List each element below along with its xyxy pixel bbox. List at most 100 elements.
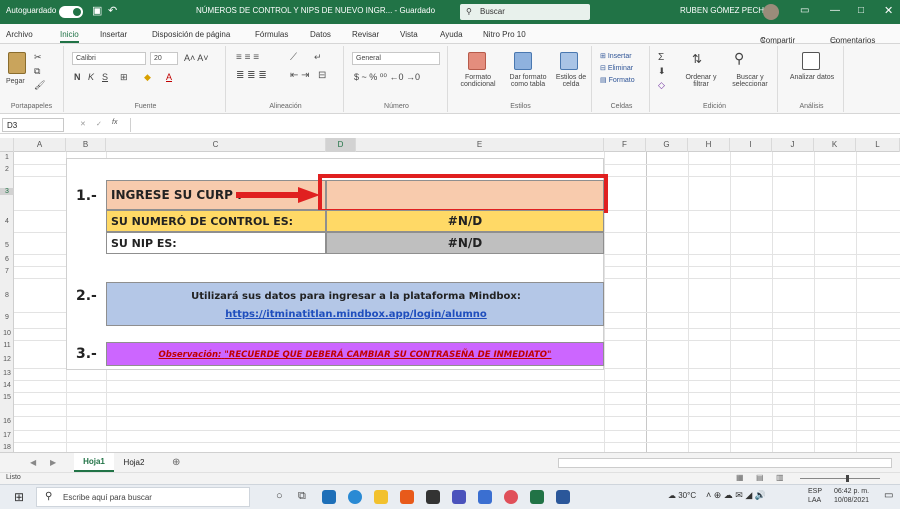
tray-icons[interactable]: ˄ ⊕ ☁ ✉ ◢ 🔊 [706, 490, 766, 501]
language-layout[interactable]: LAA [808, 497, 821, 504]
windows-start-icon[interactable]: ⊞ [14, 490, 24, 504]
normal-view-icon[interactable]: ▦ [736, 473, 744, 482]
format-painter-icon[interactable]: 🖌 [34, 80, 45, 91]
row-header[interactable]: 14 [0, 382, 14, 389]
enter-icon[interactable]: ✓ [96, 120, 102, 128]
column-header[interactable]: H [688, 138, 730, 152]
row-header[interactable]: 3 [0, 188, 14, 195]
cancel-icon[interactable]: ✕ [80, 120, 86, 128]
ribbon-display-icon[interactable]: ▭ [800, 5, 809, 16]
chrome-icon[interactable] [504, 490, 518, 504]
excel-icon[interactable] [530, 490, 544, 504]
row-header[interactable]: 2 [0, 166, 14, 173]
currency-icon[interactable]: $ ~ % ⁰⁰ ←0 →0 [354, 72, 420, 83]
font-size-select[interactable]: 20 [150, 52, 178, 65]
name-box[interactable]: D3 [2, 118, 64, 132]
autosave-toggle[interactable] [59, 6, 83, 18]
column-header[interactable]: B [66, 138, 106, 152]
cell-styles-icon[interactable] [560, 52, 578, 70]
underline-icon[interactable]: S [102, 72, 108, 82]
fill-icon[interactable]: ⬇ [658, 66, 666, 77]
indent-icon[interactable]: ⇤ ⇥ [290, 70, 310, 81]
page-break-icon[interactable]: ▥ [776, 473, 784, 482]
column-header[interactable]: G [646, 138, 688, 152]
find-icon[interactable]: ⚲ [734, 50, 744, 67]
close-icon[interactable]: ✕ [884, 4, 893, 17]
add-sheet-icon[interactable]: ⊕ [172, 457, 180, 468]
format-cells-button[interactable]: ▤ Formato [600, 76, 635, 84]
font-name-select[interactable]: Calibri [72, 52, 146, 65]
zoom-slider-thumb[interactable] [846, 475, 849, 482]
analyze-data-label[interactable]: Analizar datos [786, 74, 838, 81]
row-header[interactable]: 12 [0, 356, 14, 363]
formula-input[interactable] [130, 118, 896, 132]
app-teams-icon[interactable] [322, 490, 336, 504]
cut-icon[interactable]: ✂ [34, 52, 42, 63]
find-select-label[interactable]: Buscar y seleccionar [724, 74, 776, 88]
row-header[interactable]: 9 [0, 314, 14, 321]
tab-revisar[interactable]: Revisar [352, 30, 379, 39]
column-header[interactable]: J [772, 138, 814, 152]
nip-value[interactable]: #N/D [326, 232, 604, 254]
row-header[interactable]: 5 [0, 242, 14, 249]
maximize-icon[interactable]: □ [858, 5, 864, 16]
column-header[interactable]: A [14, 138, 66, 152]
sort-filter-label[interactable]: Ordenar y filtrar [678, 74, 724, 88]
taskbar-search[interactable]: ⚲ Escribe aquí para buscar [36, 487, 250, 507]
minimize-icon[interactable]: — [830, 5, 840, 16]
weather-indicator[interactable]: ☁ 30°C [668, 491, 696, 500]
clock-time[interactable]: 06:42 p. m. [834, 488, 869, 495]
avatar[interactable] [763, 4, 779, 20]
column-header[interactable]: I [730, 138, 772, 152]
zoom-slider[interactable] [800, 478, 880, 479]
borders-icon[interactable]: ⊞ [120, 72, 128, 83]
row-header[interactable]: 7 [0, 268, 14, 275]
row-header[interactable]: 16 [0, 418, 14, 425]
language-indicator[interactable]: ESP [808, 488, 822, 495]
row-header[interactable]: 4 [0, 218, 14, 225]
clear-icon[interactable]: ◇ [658, 80, 665, 91]
sheet-tab-hoja2[interactable]: Hoja2 [116, 453, 152, 472]
conditional-format-icon[interactable] [468, 52, 486, 70]
tab-inicio[interactable]: Inicio [60, 30, 79, 43]
task-view-icon[interactable]: ⧉ [298, 490, 306, 503]
grow-font-icon[interactable]: A˄ A˅ [184, 53, 209, 63]
row-header[interactable]: 13 [0, 370, 14, 377]
tab-nitro[interactable]: Nitro Pro 10 [483, 30, 526, 39]
edge-icon[interactable] [348, 490, 362, 504]
number-format-select[interactable]: General [352, 52, 440, 65]
row-header[interactable]: 18 [0, 444, 14, 451]
column-header[interactable]: E [356, 138, 604, 152]
align-top-icon[interactable]: ≡ ≡ ≡ [236, 52, 259, 63]
function-icon[interactable]: fx [112, 119, 117, 126]
save-icon[interactable]: ▣ [92, 4, 102, 17]
italic-icon[interactable]: K [88, 72, 94, 82]
next-sheet-icon[interactable]: ▶ [50, 458, 56, 467]
mindbox-link[interactable]: https://itminatitlan.mindbox.app/login/a… [107, 309, 605, 320]
file-explorer-icon[interactable] [374, 490, 388, 504]
tab-ayuda[interactable]: Ayuda [440, 30, 463, 39]
word-icon[interactable] [556, 490, 570, 504]
delete-cells-button[interactable]: ⊟ Eliminar [600, 64, 633, 72]
format-table-icon[interactable] [514, 52, 532, 70]
align-left-icon[interactable]: ≣ ≣ ≣ [236, 70, 267, 81]
row-header[interactable]: 11 [0, 342, 14, 349]
page-layout-icon[interactable]: ▤ [756, 473, 764, 482]
tab-archivo[interactable]: Archivo [6, 30, 33, 39]
autosum-icon[interactable]: Σ [658, 52, 664, 63]
format-table-label[interactable]: Dar formato como tabla [504, 74, 552, 88]
column-header[interactable]: K [814, 138, 856, 152]
copy-icon[interactable]: ⧉ [34, 66, 40, 77]
tab-disposicion[interactable]: Disposición de página [152, 30, 230, 39]
row-header[interactable]: 15 [0, 394, 14, 401]
row-header[interactable]: 6 [0, 256, 14, 263]
select-all-corner[interactable] [0, 138, 14, 152]
row-header[interactable]: 17 [0, 432, 14, 439]
column-header[interactable]: C [106, 138, 326, 152]
prev-sheet-icon[interactable]: ◀ [30, 458, 36, 467]
column-header[interactable]: L [856, 138, 900, 152]
analyze-data-icon[interactable] [802, 52, 820, 70]
conditional-format-label[interactable]: Formato condicional [452, 74, 504, 88]
office-icon[interactable] [400, 490, 414, 504]
tab-vista[interactable]: Vista [400, 30, 418, 39]
